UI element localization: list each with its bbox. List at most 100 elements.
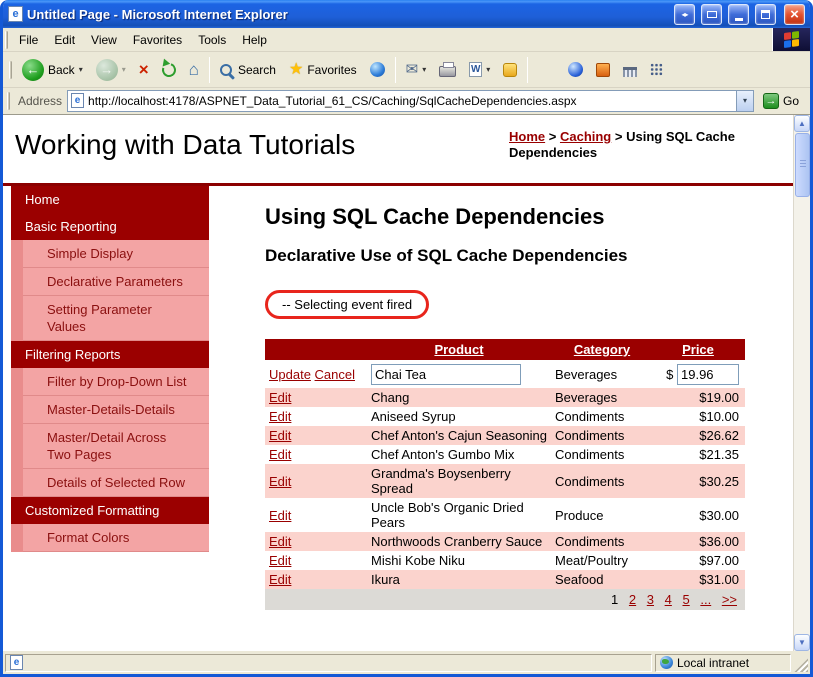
pager-ellipsis-link[interactable]: ... (700, 592, 711, 607)
edit-link[interactable]: Edit (269, 409, 291, 424)
scrollbar-thumb[interactable] (795, 133, 810, 197)
window-extra-button-1[interactable]: ◂▸ (674, 3, 695, 25)
sidebar-item-setting-parameter-values[interactable]: Setting Parameter Values (23, 296, 209, 341)
address-grip-handle[interactable] (7, 91, 10, 110)
sidebar-item-master-detail-two-pages[interactable]: Master/Detail Across Two Pages (23, 424, 209, 469)
sidebar-item-home[interactable]: Home (11, 186, 209, 213)
resize-grip[interactable] (794, 658, 808, 672)
scroll-down-button[interactable]: ▼ (794, 634, 810, 651)
edit-link[interactable]: Edit (269, 428, 291, 443)
maximize-button[interactable] (755, 3, 776, 25)
msn-button[interactable] (562, 58, 589, 81)
sort-product-link[interactable]: Product (434, 342, 483, 357)
pager-page-link[interactable]: 3 (647, 592, 654, 607)
sidebar-item-customized-formatting[interactable]: Customized Formatting (11, 497, 209, 524)
sidebar-item-details-of-selected-row[interactable]: Details of Selected Row (23, 469, 209, 497)
sidebar-item-basic-reporting[interactable]: Basic Reporting (11, 213, 209, 240)
cancel-link[interactable]: Cancel (315, 367, 355, 382)
address-input[interactable] (88, 91, 732, 110)
research-button[interactable] (617, 59, 643, 81)
favorites-button[interactable]: ★ Favorites (283, 58, 363, 82)
back-arrow-icon: ← (22, 58, 44, 81)
menu-favorites[interactable]: Favorites (125, 28, 190, 51)
toolbar-separator (208, 56, 210, 83)
messenger-button[interactable] (497, 59, 523, 81)
address-dropdown-button[interactable]: ▾ (735, 90, 753, 111)
sort-price-link[interactable]: Price (682, 342, 714, 357)
scroll-up-button[interactable]: ▲ (794, 115, 810, 132)
menu-help[interactable]: Help (234, 28, 275, 51)
menu-edit[interactable]: Edit (46, 28, 83, 51)
addon-button-orange[interactable] (590, 59, 616, 81)
minimize-button[interactable] (728, 3, 749, 25)
menu-file[interactable]: File (11, 28, 46, 51)
pager-next-link[interactable]: >> (722, 592, 737, 607)
grid-dots-icon (650, 63, 664, 76)
back-button[interactable]: ← Back ▾ (16, 55, 89, 85)
edit-link[interactable]: Edit (269, 534, 291, 549)
edit-link[interactable]: Edit (269, 572, 291, 587)
breadcrumb-caching-link[interactable]: Caching (560, 129, 611, 144)
update-link[interactable]: Update (269, 367, 311, 382)
edit-link[interactable]: Edit (269, 390, 291, 405)
blue-globe-icon (568, 62, 584, 77)
titlebar[interactable]: e Untitled Page - Microsoft Internet Exp… (3, 0, 810, 28)
vertical-scrollbar[interactable]: ▲ ▼ (793, 115, 810, 651)
sidebar-item-filtering-reports[interactable]: Filtering Reports (11, 341, 209, 368)
stop-button[interactable]: × (133, 57, 155, 82)
home-button[interactable]: ⌂ (183, 57, 205, 82)
intranet-globe-icon (660, 656, 673, 669)
sort-category-link[interactable]: Category (574, 342, 630, 357)
menu-grip-handle[interactable] (5, 30, 8, 49)
back-label: Back (48, 62, 75, 77)
menu-view[interactable]: View (83, 28, 125, 51)
word-document-icon: W (469, 62, 483, 77)
menu-tools[interactable]: Tools (190, 28, 234, 51)
toolbar-separator (527, 56, 529, 83)
product-cell: Northwoods Cranberry Sauce (367, 532, 551, 551)
home-icon: ⌂ (188, 60, 199, 79)
media-button[interactable] (364, 58, 391, 81)
edit-link[interactable]: Edit (269, 508, 291, 523)
edit-with-word-button[interactable]: W ▾ (463, 58, 496, 81)
category-cell: Condiments (551, 407, 653, 426)
selecting-event-callout: -- Selecting event fired (265, 290, 430, 319)
sidebar-item-simple-display[interactable]: Simple Display (23, 240, 209, 268)
address-bar: Address e ▾ → Go (3, 88, 810, 115)
edit-link[interactable]: Edit (269, 447, 291, 462)
window-extra-button-2[interactable] (701, 3, 722, 25)
edit-link[interactable]: Edit (269, 553, 291, 568)
forward-button[interactable]: → ▾ (90, 55, 132, 85)
toolbar-grip-handle[interactable] (9, 60, 12, 79)
go-button[interactable]: → Go (759, 91, 806, 111)
close-button[interactable]: × (784, 3, 805, 25)
edit-link[interactable]: Edit (269, 474, 291, 489)
sidebar-item-filter-by-dropdown-list[interactable]: Filter by Drop-Down List (23, 368, 209, 396)
links-button[interactable] (644, 59, 669, 80)
address-label: Address (18, 93, 63, 108)
pager-page-link[interactable]: 4 (665, 592, 672, 607)
category-cell: Condiments (551, 464, 653, 498)
table-row: Edit Aniseed Syrup Condiments $10.00 (265, 407, 745, 426)
refresh-button[interactable] (156, 59, 182, 81)
search-button[interactable]: Search (214, 59, 282, 81)
sidebar-item-format-colors[interactable]: Format Colors (23, 524, 209, 552)
pager-page-link[interactable]: 2 (629, 592, 636, 607)
table-row: Edit Ikura Seafood $31.00 (265, 570, 745, 589)
pager-page-link[interactable]: 5 (682, 592, 689, 607)
windows-logo-throbber (772, 28, 810, 51)
product-name-input[interactable] (371, 363, 521, 385)
favorites-label: Favorites (307, 62, 357, 77)
print-button[interactable] (433, 58, 462, 81)
price-input[interactable] (677, 363, 739, 385)
building-icon (623, 66, 638, 77)
sidebar-item-master-details-details[interactable]: Master-Details-Details (23, 396, 209, 424)
refresh-icon (159, 60, 178, 79)
minimize-icon (734, 17, 743, 21)
maximize-icon (761, 9, 770, 19)
breadcrumb: Home > Caching > Using SQL Cache Depende… (509, 129, 759, 161)
breadcrumb-home-link[interactable]: Home (509, 129, 545, 144)
sidebar-item-declarative-parameters[interactable]: Declarative Parameters (23, 268, 209, 296)
breadcrumb-separator: > (614, 129, 623, 144)
mail-button[interactable]: ✉ ▾ (400, 58, 433, 81)
